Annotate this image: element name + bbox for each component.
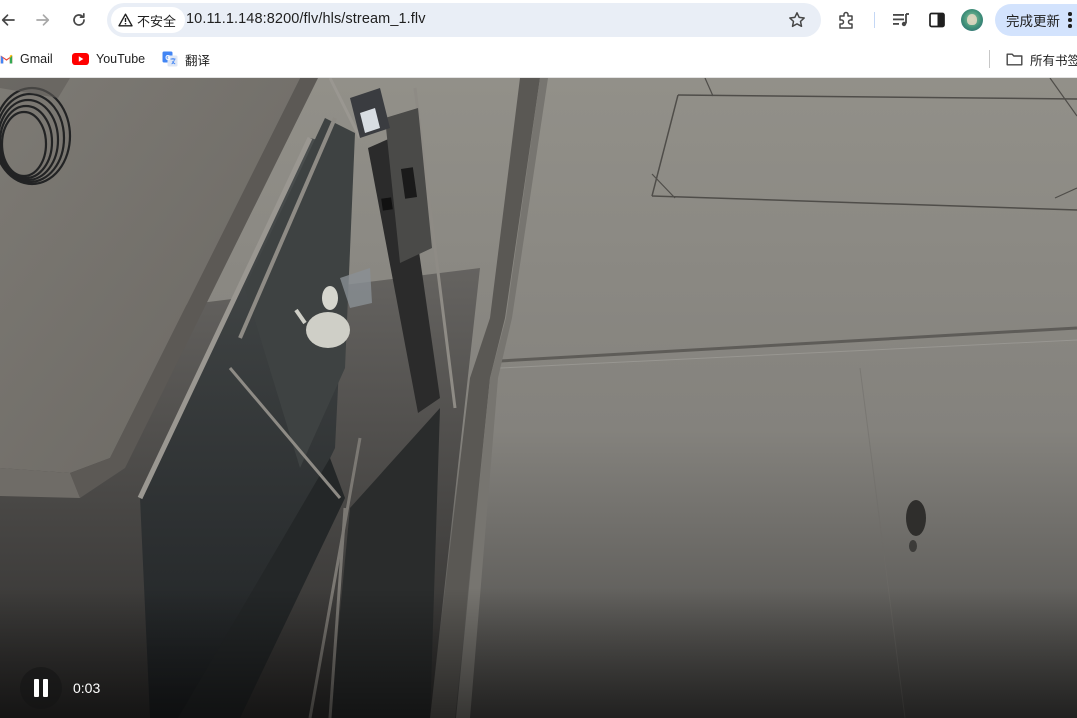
warning-triangle-icon (118, 13, 133, 27)
bookmark-label: Gmail (20, 52, 53, 66)
kebab-menu-icon[interactable] (1068, 12, 1072, 28)
star-icon (789, 12, 805, 28)
youtube-icon (72, 53, 89, 65)
controls-gradient (0, 588, 1077, 718)
current-time: 0:03 (73, 680, 101, 696)
address-bar[interactable]: 不安全 10.11.1.148:8200/flv/hls/stream_1.fl… (107, 3, 821, 37)
security-chip[interactable]: 不安全 (111, 7, 186, 33)
bookmarks-divider (989, 50, 990, 68)
browser-toolbar: 不安全 10.11.1.148:8200/flv/hls/stream_1.fl… (0, 0, 1077, 40)
bookmark-star-button[interactable] (784, 7, 810, 33)
security-label: 不安全 (137, 13, 177, 29)
url-text[interactable]: 10.11.1.148:8200/flv/hls/stream_1.flv (186, 11, 426, 27)
media-control-button[interactable] (889, 8, 913, 32)
update-button[interactable]: 完成更新 (995, 4, 1077, 36)
video-player[interactable]: 0:03 (0, 78, 1077, 718)
reload-icon (73, 12, 85, 26)
media-queue-icon (893, 13, 909, 27)
forward-button[interactable] (29, 6, 57, 34)
pause-icon (34, 679, 39, 697)
bookmark-youtube[interactable]: YouTube (72, 49, 145, 69)
all-bookmarks-label: 所有书签 (1030, 53, 1077, 68)
bookmark-label: 翻译 (185, 53, 211, 68)
arrow-left-icon (1, 14, 15, 26)
bookmark-label: YouTube (96, 52, 146, 66)
svg-text:G: G (165, 55, 171, 62)
bookmark-translate[interactable]: G 翻译 (162, 49, 210, 69)
toolbar-divider (874, 12, 875, 28)
update-label: 完成更新 (1006, 14, 1060, 29)
avatar[interactable] (961, 9, 983, 31)
extensions-button[interactable] (835, 8, 859, 32)
puzzle-icon (839, 11, 853, 29)
pause-button[interactable] (20, 667, 62, 709)
arrow-right-icon (36, 14, 50, 26)
bookmark-gmail[interactable]: Gmail (0, 49, 53, 69)
all-bookmarks-button[interactable]: 所有书签 (1006, 49, 1077, 69)
gmail-icon (0, 54, 13, 64)
folder-icon (1006, 53, 1023, 66)
bookmarks-bar: Gmail YouTube G 翻译 所有书签 (0, 40, 1077, 78)
back-button[interactable] (0, 6, 22, 34)
translate-icon: G (162, 51, 178, 67)
side-panel-button[interactable] (925, 8, 949, 32)
reload-button[interactable] (65, 6, 93, 34)
side-panel-icon (929, 12, 945, 28)
